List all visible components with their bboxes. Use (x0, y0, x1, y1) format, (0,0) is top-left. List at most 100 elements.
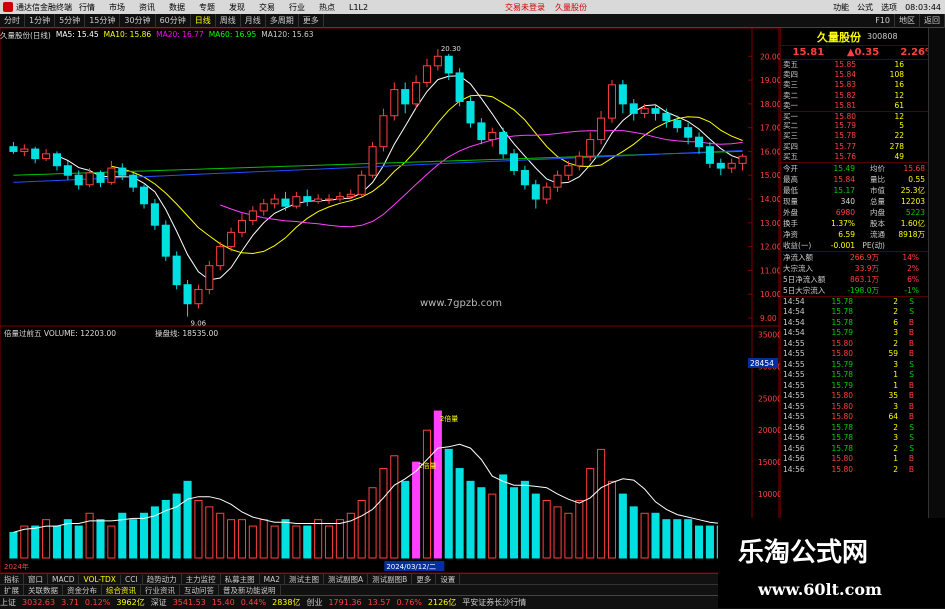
indicator-tab[interactable]: 更多 (412, 573, 437, 585)
tick-time: 14:55 (783, 359, 805, 369)
period-tab[interactable]: 更多 (299, 13, 324, 28)
stat-label: 最低 (783, 185, 798, 195)
stat-label: 内盘 (870, 207, 885, 217)
title-link[interactable]: 交易未登录 (505, 3, 545, 12)
indicator-tab[interactable]: 测试主图 (285, 573, 325, 585)
indicator-tab[interactable]: 私募主图 (221, 573, 260, 585)
period-tab[interactable]: 15分钟 (85, 13, 121, 28)
menu-item[interactable]: 行情 (79, 3, 95, 12)
ma-legend-item: MA10: 15.86 (103, 30, 152, 39)
volume-bar (85, 512, 94, 559)
tick-list[interactable]: 14:54 15.78 2 S 14:54 15.78 2 S 14:54 15.78 6 B 14:5… (781, 295, 945, 476)
menu-item[interactable]: 热点 (319, 3, 335, 12)
main-menu: 行情 市场 资讯 数据 专题 发现 交易 行业 热点 L1L2 (72, 2, 375, 13)
volume-bar (9, 531, 18, 559)
tick-time: 14:54 (783, 328, 805, 338)
tick-side: B (908, 338, 914, 348)
indicator-tab[interactable]: 趋势动力 (143, 573, 182, 585)
index-value: 15.40 (211, 598, 235, 607)
chart-watermark: www.7gpzb.com (420, 298, 502, 309)
right-sidebar[interactable] (928, 28, 945, 588)
title-right-item[interactable]: 功能 (833, 2, 849, 13)
menu-item[interactable]: 资讯 (139, 3, 155, 12)
toolbar-right-button[interactable]: F10 (871, 13, 895, 28)
volume-bar (379, 468, 388, 559)
menu-item[interactable]: 市场 (109, 3, 125, 12)
period-tab[interactable]: 日线 (191, 13, 216, 28)
indicator-tab[interactable]: CCI (121, 574, 143, 584)
info-tab[interactable]: 普及新功能说明 (219, 584, 281, 596)
menu-item[interactable]: L1L2 (349, 3, 368, 12)
order-book-row: 卖三 15.83 16 (781, 80, 945, 90)
volume-bar (651, 512, 660, 559)
stat-value: 1.37% (831, 218, 855, 228)
volume-bar (509, 487, 519, 559)
period-tab[interactable]: 60分钟 (156, 13, 191, 28)
volume-bar (270, 525, 279, 559)
period-tab[interactable]: 1分钟 (25, 13, 56, 28)
indicator-tab[interactable]: 测试副图A (324, 573, 369, 585)
indicator-tab[interactable]: 主力监控 (182, 573, 221, 585)
stat-label: PE(动) (862, 240, 885, 250)
volume-bar (705, 525, 714, 559)
indicator-tab[interactable]: 测试副图B (368, 573, 413, 585)
indicator-tab[interactable]: 指标 (0, 573, 24, 585)
title-right-item[interactable]: 公式 (857, 2, 873, 13)
volume-bar (499, 474, 508, 559)
period-tab[interactable]: 分时 (0, 13, 25, 28)
candle-body (455, 72, 464, 102)
candle-body (227, 231, 236, 248)
candle-body (96, 172, 105, 183)
volume-bar (553, 506, 562, 559)
info-tab[interactable]: 关联数据 (24, 584, 63, 596)
menu-item[interactable]: 专题 (199, 3, 215, 12)
price-tick-label: 16.00 (760, 147, 780, 156)
indicator-tab[interactable]: 设置 (436, 573, 461, 585)
indicator-tab[interactable]: MACD (48, 574, 80, 584)
info-tab[interactable]: 扩展 (0, 584, 24, 596)
volume-tick-label: 10000 (758, 490, 780, 499)
menu-item[interactable]: 数据 (169, 3, 185, 12)
tick-time: 14:54 (783, 296, 805, 306)
info-tab[interactable]: 行业资讯 (141, 584, 180, 596)
flow-pct: 2% (907, 263, 919, 273)
menu-item[interactable]: 交易 (259, 3, 275, 12)
candle-body (499, 131, 508, 155)
kline-chart[interactable]: 20.00 19.00 18.00 17.00 16.00 15.00 14.00 13.00… (0, 28, 780, 573)
indicator-tab[interactable]: VOL-TDX (79, 574, 121, 584)
candle-body (705, 146, 714, 164)
indicator-tab[interactable]: MA2 (260, 574, 286, 584)
stat-value: 6.59 (838, 229, 855, 239)
period-tab[interactable]: 5分钟 (55, 13, 86, 28)
tick-row: 14:55 15.78 1 S (781, 370, 945, 381)
volume-bar (466, 480, 475, 559)
menu-item[interactable]: 发现 (229, 3, 245, 12)
title-right-item[interactable]: 08:03:44 (905, 3, 941, 12)
menu-item[interactable]: 行业 (289, 3, 305, 12)
period-tab[interactable]: 30分钟 (120, 13, 156, 28)
info-tab[interactable]: 互动问答 (180, 584, 219, 596)
order-price: 15.82 (834, 90, 856, 100)
tick-time: 14:55 (783, 370, 805, 380)
volume-bar (63, 519, 72, 559)
indicator-tab[interactable]: 窗口 (24, 573, 48, 585)
info-tab[interactable]: 综合资讯 (102, 584, 141, 596)
index-value: 3032.63 (22, 598, 56, 607)
period-tab[interactable]: 周线 (216, 13, 241, 28)
title-right-item[interactable]: 选项 (881, 2, 897, 13)
toolbar-right-button[interactable]: 返回 (920, 13, 945, 28)
candle-body (597, 117, 606, 141)
title-link[interactable]: 久量股份 (555, 3, 587, 12)
period-tab[interactable]: 多周期 (266, 13, 299, 28)
index-value: 13.57 (367, 598, 391, 607)
flow-pct: 14% (902, 252, 919, 262)
order-price: 15.83 (834, 80, 856, 90)
volume-bar (31, 525, 40, 559)
price-tick-label: 20.00 (760, 52, 780, 61)
toolbar-right-button[interactable]: 地区 (895, 13, 920, 28)
stat-row: 最高 15.84 量比 0.55 (781, 174, 945, 185)
volume-bar (281, 519, 290, 559)
info-tab[interactable]: 资金分布 (63, 584, 102, 596)
period-tab[interactable]: 月线 (241, 13, 266, 28)
volume-bar (390, 455, 399, 559)
